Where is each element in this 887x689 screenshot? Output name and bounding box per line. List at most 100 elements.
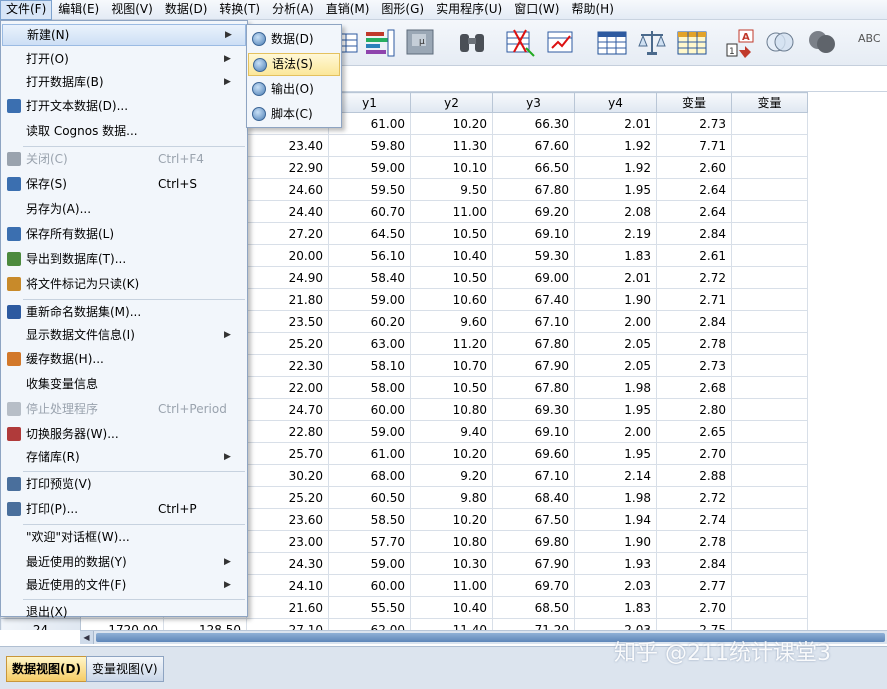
table-cell[interactable]: 71.20 <box>492 618 575 630</box>
table-cell[interactable]: 64.50 <box>328 222 411 245</box>
table-cell[interactable]: 60.00 <box>328 574 411 597</box>
table-cell[interactable]: 2.74 <box>656 508 732 531</box>
file-menu-item[interactable]: 导出到数据库(T)... <box>2 248 246 270</box>
table-cell[interactable]: 27.20 <box>246 222 329 245</box>
table-cell[interactable]: 69.10 <box>492 222 575 245</box>
table-cell[interactable]: 61.00 <box>328 442 411 465</box>
file-menu-item[interactable]: 读取 Cognos 数据... <box>2 120 246 142</box>
menu-4[interactable]: 转换(T) <box>213 0 266 20</box>
table-cell[interactable]: 1.90 <box>574 530 657 553</box>
table-cell[interactable]: 2.61 <box>656 244 732 267</box>
table-cell[interactable]: 10.30 <box>410 552 493 575</box>
scroll-left-icon[interactable]: ◀ <box>80 631 94 644</box>
table-cell[interactable]: 2.73 <box>656 354 732 377</box>
table-cell[interactable]: 10.80 <box>410 530 493 553</box>
circles-icon[interactable] <box>764 26 796 58</box>
table-cell[interactable]: 21.60 <box>246 596 329 619</box>
table-cell[interactable]: 10.50 <box>410 266 493 289</box>
table-cell[interactable]: 2.65 <box>656 420 732 443</box>
table-cell[interactable]: 59.50 <box>328 178 411 201</box>
table-cell[interactable]: 22.90 <box>246 156 329 179</box>
column-header[interactable]: y3 <box>492 92 575 113</box>
file-menu-item[interactable]: 另存为(A)... <box>2 198 246 220</box>
select-cases-icon[interactable] <box>596 26 628 58</box>
file-menu-item[interactable]: 存储库(R) ▶ <box>2 446 246 468</box>
file-menu-item[interactable]: "欢迎"对话框(W)... <box>2 526 246 548</box>
table-cell[interactable]: 63.00 <box>328 332 411 355</box>
table-cell[interactable] <box>731 134 808 157</box>
table-cell[interactable]: 25.70 <box>246 442 329 465</box>
table-cell[interactable] <box>731 354 808 377</box>
table-cell[interactable] <box>731 200 808 223</box>
table-cell[interactable] <box>731 508 808 531</box>
table-cell[interactable]: 11.20 <box>410 332 493 355</box>
table-cell[interactable]: 24.30 <box>246 552 329 575</box>
table-cell[interactable]: 67.10 <box>492 464 575 487</box>
file-menu-item[interactable]: 保存所有数据(L) <box>2 223 246 245</box>
table-cell[interactable]: 2.05 <box>574 354 657 377</box>
table-cell[interactable]: 9.20 <box>410 464 493 487</box>
table-cell[interactable]: 25.20 <box>246 486 329 509</box>
table-cell[interactable]: 60.50 <box>328 486 411 509</box>
new-submenu-item[interactable]: 脚本(C) <box>248 103 340 126</box>
table-cell[interactable]: 69.10 <box>492 420 575 443</box>
table-cell[interactable] <box>731 266 808 289</box>
file-menu-item[interactable]: 打开(O) ▶ <box>2 48 246 70</box>
table-cell[interactable] <box>731 376 808 399</box>
table-cell[interactable]: 69.70 <box>492 574 575 597</box>
spell-check-icon[interactable]: ABC <box>858 32 887 64</box>
table-cell[interactable]: 1.95 <box>574 442 657 465</box>
table-cell[interactable]: 2.75 <box>656 618 732 630</box>
table-cell[interactable]: 1.83 <box>574 596 657 619</box>
table-cell[interactable]: 2.88 <box>656 464 732 487</box>
table-cell[interactable] <box>731 398 808 421</box>
table-cell[interactable]: 9.80 <box>410 486 493 509</box>
table-cell[interactable]: 58.40 <box>328 266 411 289</box>
table-cell[interactable] <box>731 486 808 509</box>
table-cell[interactable]: 2.80 <box>656 398 732 421</box>
table-cell[interactable]: 68.50 <box>492 596 575 619</box>
table-cell[interactable]: 24.10 <box>246 574 329 597</box>
table-cell[interactable] <box>731 244 808 267</box>
table-cell[interactable]: 23.50 <box>246 310 329 333</box>
file-menu-item[interactable]: 新建(N) ▶ <box>2 24 246 46</box>
column-header[interactable]: y4 <box>574 92 657 113</box>
table-cell[interactable]: 1.98 <box>574 376 657 399</box>
table-cell[interactable]: 2.84 <box>656 222 732 245</box>
table-cell[interactable] <box>731 530 808 553</box>
menu-10[interactable]: 帮助(H) <box>565 0 619 20</box>
table-cell[interactable]: 69.30 <box>492 398 575 421</box>
table-cell[interactable]: 69.80 <box>492 530 575 553</box>
table-cell[interactable]: 1.95 <box>574 398 657 421</box>
table-cell[interactable]: 23.60 <box>246 508 329 531</box>
table-cell[interactable]: 2.03 <box>574 574 657 597</box>
table-cell[interactable]: 24.60 <box>246 178 329 201</box>
file-menu-item[interactable]: 打开文本数据(D)... <box>2 95 246 117</box>
table-cell[interactable] <box>731 420 808 443</box>
table-cell[interactable]: 10.60 <box>410 288 493 311</box>
table-cell[interactable]: 56.10 <box>328 244 411 267</box>
table-cell[interactable]: 60.00 <box>328 398 411 421</box>
table-cell[interactable]: 24.40 <box>246 200 329 223</box>
new-submenu-item[interactable]: 数据(D) <box>248 28 340 51</box>
menu-3[interactable]: 数据(D) <box>159 0 214 20</box>
menu-2[interactable]: 视图(V) <box>105 0 159 20</box>
table-cell[interactable]: 2.00 <box>574 310 657 333</box>
table-cell[interactable] <box>731 178 808 201</box>
table-cell[interactable]: 67.90 <box>492 354 575 377</box>
file-menu-item[interactable]: 重新命名数据集(M)... <box>2 301 246 323</box>
table-cell[interactable]: 59.00 <box>328 552 411 575</box>
table-cell[interactable]: 69.20 <box>492 200 575 223</box>
table-cell[interactable] <box>731 112 808 135</box>
table-cell[interactable]: 59.00 <box>328 156 411 179</box>
table-cell[interactable]: 67.10 <box>492 310 575 333</box>
table-cell[interactable]: 59.00 <box>328 420 411 443</box>
table-cell[interactable] <box>731 552 808 575</box>
table-cell[interactable]: 59.30 <box>492 244 575 267</box>
table-cell[interactable]: 2.00 <box>574 420 657 443</box>
file-menu-item[interactable]: 最近使用的数据(Y) ▶ <box>2 551 246 573</box>
table-cell[interactable]: 62.00 <box>328 618 411 630</box>
table-cell[interactable]: 2.08 <box>574 200 657 223</box>
table-cell[interactable]: 10.50 <box>410 376 493 399</box>
table-cell[interactable]: 10.70 <box>410 354 493 377</box>
